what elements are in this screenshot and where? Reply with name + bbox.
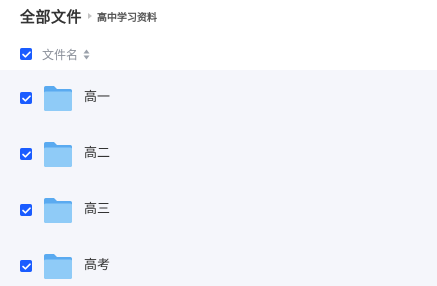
row-checkbox[interactable] [20, 204, 32, 216]
table-row[interactable]: 高考 [0, 238, 437, 286]
checkmark-icon [21, 262, 31, 270]
folder-icon [44, 86, 72, 111]
table-row[interactable]: 高二 [0, 126, 437, 182]
row-checkbox[interactable] [20, 148, 32, 160]
table-row[interactable]: 高三 [0, 182, 437, 238]
checkmark-icon [21, 150, 31, 158]
table-row[interactable]: 高一 [0, 70, 437, 126]
breadcrumb: 全部文件 高中学习资料 [20, 4, 157, 28]
sort-icon[interactable] [83, 49, 90, 60]
file-name[interactable]: 高三 [84, 200, 110, 220]
folder-icon [44, 142, 72, 167]
file-list: 高一 高二 高三 高考 [0, 70, 437, 286]
folder-icon [44, 254, 72, 279]
checkmark-icon [21, 206, 31, 214]
select-all-checkbox[interactable] [20, 48, 32, 60]
folder-icon [44, 198, 72, 223]
column-header-filename[interactable]: 文件名 [42, 46, 78, 63]
breadcrumb-root-link[interactable]: 全部文件 [20, 6, 82, 27]
checkmark-icon [21, 94, 31, 102]
table-header: 文件名 [20, 45, 90, 63]
file-name[interactable]: 高二 [84, 144, 110, 164]
file-name[interactable]: 高一 [84, 88, 110, 108]
checkmark-icon [21, 50, 31, 58]
breadcrumb-current: 高中学习资料 [97, 12, 158, 24]
chevron-right-icon [88, 13, 93, 19]
file-name[interactable]: 高考 [84, 256, 110, 276]
row-checkbox[interactable] [20, 92, 32, 104]
file-browser: 全部文件 高中学习资料 文件名 高一 高二 高三 高考 [0, 0, 437, 286]
row-checkbox[interactable] [20, 260, 32, 272]
